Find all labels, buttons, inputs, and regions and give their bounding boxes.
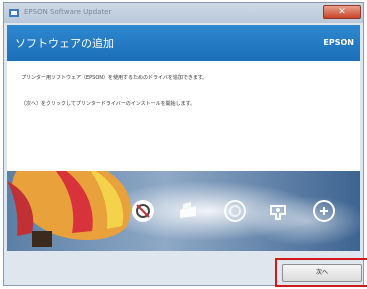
button-bar: 次へ — [7, 251, 367, 287]
window-title: EPSON Software Updater — [24, 8, 112, 16]
description-line-1: プリンター用ソフトウェア（EPSON）を使用するためのドライバを追加できます。 — [21, 75, 208, 81]
next-button[interactable]: 次へ — [282, 264, 362, 282]
close-icon: ✕ — [338, 7, 346, 17]
content-area: プリンター用ソフトウェア（EPSON）を使用するためのドライバを追加できます。 … — [7, 61, 360, 171]
description-line-2: 〔次へ〕をクリックしてプリンタードライバーのインストールを開始します。 — [21, 101, 196, 107]
page-title: ソフトウェアの追加 — [15, 37, 114, 50]
scanner-disc-icon — [132, 200, 154, 222]
brand-logo: EPSON — [323, 38, 354, 47]
installer-window: EPSON Software Updater ✕ ソフトウェアの追加 EPSON… — [3, 2, 367, 287]
plus-circle-icon — [313, 200, 335, 222]
next-button-highlight: 次へ — [275, 258, 367, 287]
app-icon — [9, 9, 19, 17]
cd-icon — [224, 200, 246, 222]
page-header: ソフトウェアの追加 EPSON — [7, 25, 360, 61]
network-icon — [270, 205, 286, 220]
close-button[interactable]: ✕ — [323, 5, 361, 19]
hero-banner — [7, 171, 360, 251]
title-bar[interactable]: EPSON Software Updater ✕ — [4, 3, 363, 23]
printer-icon — [180, 202, 196, 218]
